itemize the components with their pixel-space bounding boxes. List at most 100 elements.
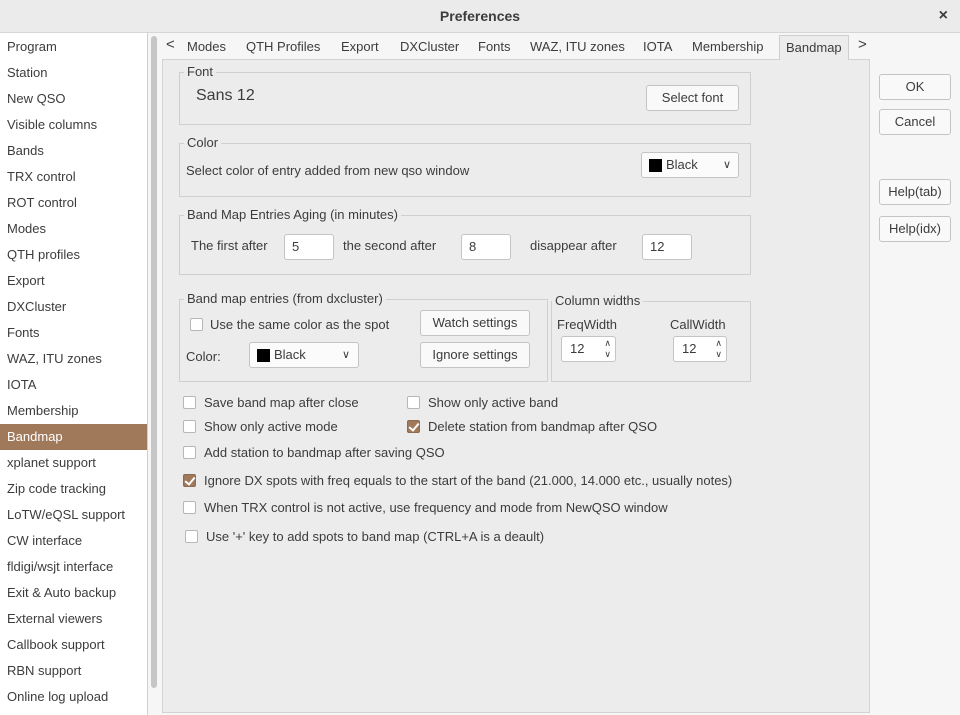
tab-iota[interactable]: IOTA [643,39,672,54]
tab-scroll-right-icon[interactable]: > [858,36,867,53]
color-group-legend: Color [184,135,222,150]
watch-settings-button[interactable]: Watch settings [420,310,530,336]
first-after-input[interactable]: 5 [284,234,334,260]
sidebar-item-lotw-eqsl-support[interactable]: LoTW/eQSL support [0,502,147,528]
call-width-spinner[interactable]: 12 ∧ ∨ [673,336,727,362]
font-group: Font Sans 12 Select font [179,64,751,125]
tab-scroll-left-icon[interactable]: < [166,36,175,53]
tab-bandmap[interactable]: Bandmap [779,35,849,60]
sidebar-item-modes[interactable]: Modes [0,216,147,242]
sidebar-item-export[interactable]: Export [0,268,147,294]
entries-color-swatch [257,349,270,362]
save-band-map-checkbox[interactable] [183,396,196,409]
sidebar-item-bands[interactable]: Bands [0,138,147,164]
sidebar: Program Station New QSO Visible columns … [0,33,148,715]
sidebar-item-exit-auto-backup[interactable]: Exit & Auto backup [0,580,147,606]
tab-export[interactable]: Export [341,39,379,54]
second-after-input[interactable]: 8 [461,234,511,260]
sidebar-item-rot-control[interactable]: ROT control [0,190,147,216]
color-group: Color Select color of entry added from n… [179,135,751,197]
sidebar-item-iota[interactable]: IOTA [0,372,147,398]
sidebar-item-program[interactable]: Program [0,34,147,60]
column-widths-legend: Column widths [552,293,644,308]
disappear-after-input[interactable]: 12 [642,234,692,260]
sidebar-item-online-log-upload[interactable]: Online log upload [0,684,147,710]
help-idx-button[interactable]: Help(idx) [879,216,951,242]
sidebar-item-fonts[interactable]: Fonts [0,320,147,346]
chevron-down-icon: ∨ [341,349,350,361]
select-font-button[interactable]: Select font [646,85,739,111]
add-station-label: Add station to bandmap after saving QSO [204,445,445,460]
freq-width-label: FreqWidth [557,317,617,332]
second-after-label: the second after [343,238,437,253]
save-band-map-label: Save band map after close [204,395,359,410]
sidebar-item-bandmap[interactable]: Bandmap [0,424,147,450]
tab-bar: < Modes QTH Profiles Export DXCluster Fo… [162,35,870,60]
same-color-label: Use the same color as the spot [210,317,390,332]
show-active-band-label: Show only active band [428,395,559,410]
show-active-band-checkbox[interactable] [407,396,420,409]
sidebar-scrollbar[interactable] [151,36,157,688]
ignore-settings-button[interactable]: Ignore settings [420,342,530,368]
sidebar-item-xplanet-support[interactable]: xplanet support [0,450,147,476]
entries-color-label: Color: [186,349,221,364]
entries-group-legend: Band map entries (from dxcluster) [184,291,386,306]
tab-modes[interactable]: Modes [187,39,226,54]
font-group-legend: Font [184,64,217,79]
column-widths-group: Column widths FreqWidth 12 ∧ ∨ CallWidth … [551,293,751,382]
sidebar-item-trx-control[interactable]: TRX control [0,164,147,190]
chevron-down-icon: ∨ [722,159,731,171]
sidebar-item-dxcluster[interactable]: DXCluster [0,294,147,320]
freq-width-value: 12 [570,341,585,356]
spinner-arrows-icon[interactable]: ∧ ∨ [715,338,722,360]
title-bar: Preferences × [0,0,960,33]
sidebar-item-waz-itu-zones[interactable]: WAZ, ITU zones [0,346,147,372]
entries-group: Band map entries (from dxcluster) Use th… [179,291,548,382]
plus-key-checkbox[interactable] [185,530,198,543]
entry-color-value: Black [666,157,698,172]
help-tab-button[interactable]: Help(tab) [879,179,951,205]
sidebar-item-zip-code-tracking[interactable]: Zip code tracking [0,476,147,502]
cancel-button[interactable]: Cancel [879,109,951,135]
plus-key-label: Use '+' key to add spots to band map (CT… [206,529,545,544]
add-station-checkbox[interactable] [183,446,196,459]
close-icon[interactable]: × [939,7,948,25]
sidebar-item-station[interactable]: Station [0,60,147,86]
color-swatch [649,159,662,172]
freq-width-spinner[interactable]: 12 ∧ ∨ [561,336,616,362]
delete-station-label: Delete station from bandmap after QSO [428,419,658,434]
sidebar-item-membership[interactable]: Membership [0,398,147,424]
trx-inactive-label: When TRX control is not active, use freq… [204,500,668,515]
tab-dxcluster[interactable]: DXCluster [400,39,459,54]
tab-waz-itu-zones[interactable]: WAZ, ITU zones [530,39,625,54]
ignore-dx-spots-label: Ignore DX spots with freq equals to the … [204,473,733,488]
spinner-arrows-icon[interactable]: ∧ ∨ [604,338,611,360]
sidebar-item-cw-interface[interactable]: CW interface [0,528,147,554]
sidebar-item-rbn-support[interactable]: RBN support [0,658,147,684]
entries-color-select[interactable]: Black ∨ [249,342,359,368]
show-active-mode-label: Show only active mode [204,419,338,434]
aging-group-legend: Band Map Entries Aging (in minutes) [184,207,401,222]
disappear-after-label: disappear after [530,238,617,253]
tab-qth-profiles[interactable]: QTH Profiles [246,39,320,54]
same-color-checkbox[interactable] [190,318,203,331]
show-active-mode-checkbox[interactable] [183,420,196,433]
sidebar-item-new-qso[interactable]: New QSO [0,86,147,112]
delete-station-checkbox[interactable] [407,420,420,433]
sidebar-item-fldigi-wsjt-interface[interactable]: fldigi/wsjt interface [0,554,147,580]
trx-inactive-checkbox[interactable] [183,501,196,514]
current-font-label: Sans 12 [196,87,255,104]
color-entry-label: Select color of entry added from new qso… [186,163,470,178]
sidebar-item-external-viewers[interactable]: External viewers [0,606,147,632]
first-after-label: The first after [191,238,268,253]
tab-fonts[interactable]: Fonts [478,39,511,54]
call-width-label: CallWidth [670,317,726,332]
sidebar-item-visible-columns[interactable]: Visible columns [0,112,147,138]
sidebar-item-callbook-support[interactable]: Callbook support [0,632,147,658]
tab-membership[interactable]: Membership [692,39,764,54]
ignore-dx-spots-checkbox[interactable] [183,474,196,487]
window-title: Preferences [439,8,521,24]
sidebar-item-qth-profiles[interactable]: QTH profiles [0,242,147,268]
ok-button[interactable]: OK [879,74,951,100]
entry-color-select[interactable]: Black ∨ [641,152,739,178]
